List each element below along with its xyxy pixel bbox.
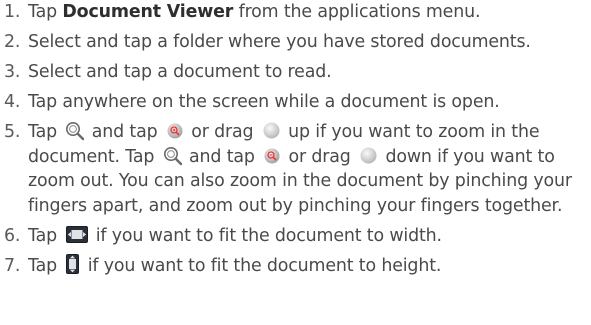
- slider-handle-icon: [263, 122, 280, 139]
- step-text: Tap: [28, 122, 63, 142]
- slider-handle-icon: [360, 147, 377, 164]
- step-number: 1.: [4, 2, 21, 22]
- step-text: and tap: [183, 146, 261, 167]
- step-number: 5.: [4, 122, 21, 142]
- magnifier-icon: [163, 146, 183, 166]
- step-text: or drag: [283, 146, 357, 167]
- instruction-page: 1. Tap Document Viewer from the applicat…: [0, 0, 591, 325]
- step-text: if you want to fit the document to heigh…: [82, 255, 442, 276]
- magnifier-icon: [65, 121, 85, 141]
- step-text: Tap: [28, 2, 63, 22]
- fit-width-icon: [66, 225, 89, 243]
- step-1: 1. Tap Document Viewer from the applicat…: [0, 0, 591, 25]
- step-text: Select and tap a document to read.: [28, 62, 332, 82]
- step-text: or drag: [185, 122, 259, 142]
- step-text: Tap anywhere on the screen while a docum…: [28, 92, 500, 112]
- step-number: 6.: [4, 225, 21, 246]
- fit-height-icon: [66, 253, 80, 274]
- step-text: if you want to fit the document to width…: [90, 225, 442, 246]
- step-number: 3.: [4, 62, 21, 82]
- step-text: and tap: [86, 122, 163, 142]
- step-5: 5. Tap and tap or drag up if you want to…: [0, 120, 591, 218]
- step-number: 4.: [4, 92, 21, 112]
- step-text: from the applications menu.: [233, 2, 481, 22]
- step-number: 2.: [4, 32, 21, 52]
- step-text: Tap: [28, 225, 63, 246]
- step-3: 3. Select and tap a document to read.: [0, 60, 591, 85]
- step-2: 2. Select and tap a folder where you hav…: [0, 30, 591, 55]
- step-text: Tap: [28, 255, 63, 276]
- step-4: 4. Tap anywhere on the screen while a do…: [0, 90, 591, 115]
- steps-list: 1. Tap Document Viewer from the applicat…: [0, 0, 591, 278]
- zoom-out-icon: [264, 148, 280, 164]
- step-7: 7. Tap if you want to fit the document t…: [0, 253, 591, 279]
- step-number: 7.: [4, 255, 21, 276]
- step-text: Select and tap a folder where you have s…: [28, 32, 531, 52]
- zoom-in-icon: [167, 123, 183, 139]
- step-6: 6. Tap if you want to fit the document t…: [0, 224, 591, 249]
- app-name-document-viewer: Document Viewer: [62, 2, 234, 22]
